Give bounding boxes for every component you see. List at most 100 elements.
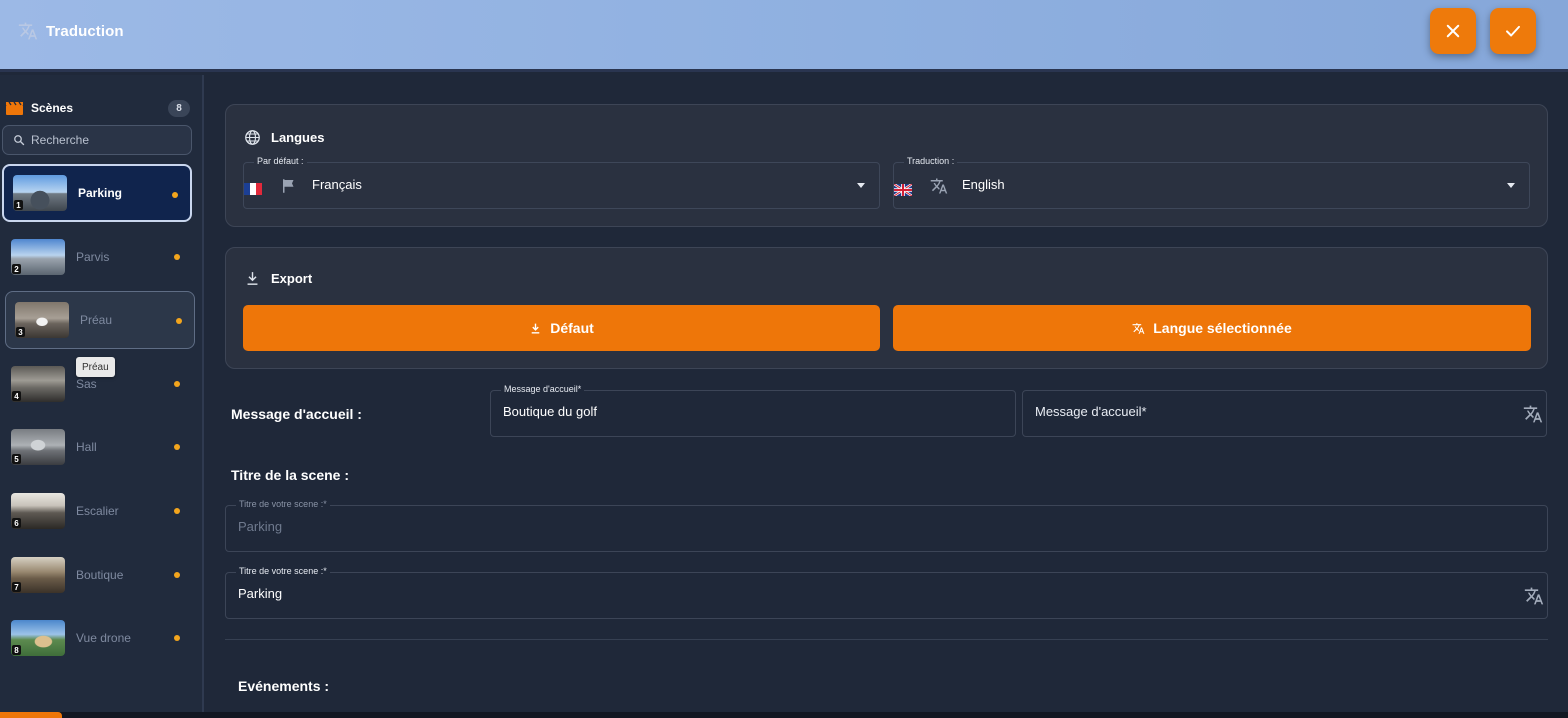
scene-status-dot bbox=[174, 254, 180, 260]
close-button[interactable] bbox=[1430, 8, 1476, 54]
translate-icon bbox=[18, 22, 38, 40]
scene-search-input[interactable] bbox=[31, 133, 181, 147]
events-label: Evénements : bbox=[238, 678, 330, 694]
scene-search-box[interactable] bbox=[2, 125, 192, 155]
france-flag-icon bbox=[244, 183, 262, 195]
scenes-count-badge: 8 bbox=[168, 99, 190, 117]
scene-title-source-value: Parking bbox=[238, 519, 283, 534]
translate-icon[interactable] bbox=[1524, 586, 1544, 606]
export-selected-language-button[interactable]: Langue sélectionnée bbox=[893, 305, 1531, 351]
welcome-message-translation-field[interactable]: Message d'accueil* bbox=[1022, 390, 1547, 437]
languages-header: Langues bbox=[244, 129, 324, 146]
flag-icon bbox=[283, 179, 294, 193]
close-icon bbox=[1446, 24, 1460, 38]
scene-title-translation-field[interactable]: Titre de votre scene :* Parking bbox=[225, 566, 1548, 619]
scene-thumbnail: 3 bbox=[15, 302, 69, 338]
scene-item-parvis[interactable]: 2 Parvis bbox=[2, 228, 192, 286]
section-divider bbox=[225, 639, 1548, 640]
languages-panel: Langues Par défaut : Français Traduction… bbox=[225, 104, 1548, 227]
scene-name: Parvis bbox=[76, 250, 110, 264]
scene-title-source-legend: Titre de votre scene :* bbox=[236, 499, 330, 509]
welcome-message-translation-placeholder: Message d'accueil* bbox=[1035, 404, 1147, 419]
default-language-legend: Par défaut : bbox=[254, 156, 307, 166]
scenes-title: Scènes bbox=[31, 101, 74, 115]
default-language-select[interactable]: Par défaut : Français bbox=[243, 156, 880, 209]
export-default-button[interactable]: Défaut bbox=[243, 305, 880, 351]
chevron-down-icon bbox=[857, 183, 865, 188]
default-language-value: Français bbox=[312, 177, 362, 192]
welcome-message-source-field[interactable]: Message d'accueil* Boutique du golf bbox=[490, 384, 1016, 437]
header-title-group: Traduction bbox=[18, 21, 124, 41]
scene-item-boutique[interactable]: 7 Boutique bbox=[2, 546, 192, 604]
download-icon bbox=[247, 272, 258, 285]
scene-name: Préau bbox=[80, 313, 113, 327]
scene-thumbnail: 6 bbox=[11, 493, 65, 529]
scene-title-translation-value: Parking bbox=[238, 586, 283, 601]
export-header: Export bbox=[244, 270, 312, 287]
bottom-bar bbox=[0, 712, 1568, 718]
scene-number: 3 bbox=[16, 327, 25, 337]
page-title: Traduction bbox=[46, 22, 124, 40]
export-selected-label: Langue sélectionnée bbox=[1153, 320, 1292, 336]
scene-title-source-field: Titre de votre scene :* Parking bbox=[225, 499, 1548, 552]
scene-status-dot bbox=[174, 572, 180, 578]
download-icon bbox=[531, 323, 540, 334]
translation-language-legend: Traduction : bbox=[904, 156, 958, 166]
scene-item-hall[interactable]: 5 Hall bbox=[2, 418, 192, 476]
export-panel: Export Défaut Langue sélectionnée bbox=[225, 247, 1548, 369]
scene-status-dot bbox=[174, 635, 180, 641]
scene-status-dot bbox=[176, 318, 182, 324]
scene-item-vue-drone[interactable]: 8 Vue drone bbox=[2, 609, 192, 667]
scene-thumbnail: 8 bbox=[11, 620, 65, 656]
scene-name: Hall bbox=[76, 440, 97, 454]
languages-title: Langues bbox=[271, 130, 325, 145]
scene-number: 2 bbox=[12, 264, 21, 274]
bottom-accent bbox=[0, 712, 62, 718]
welcome-message-legend: Message d'accueil* bbox=[501, 384, 585, 394]
uk-flag-icon bbox=[894, 184, 912, 196]
scene-number: 4 bbox=[12, 391, 21, 401]
translate-icon[interactable] bbox=[1523, 404, 1543, 424]
check-icon bbox=[1506, 25, 1520, 37]
scene-status-dot bbox=[172, 192, 178, 198]
scene-thumbnail: 5 bbox=[11, 429, 65, 465]
scene-title-label: Titre de la scene : bbox=[231, 467, 350, 483]
scenes-header: Scènes 8 bbox=[6, 99, 190, 117]
confirm-button[interactable] bbox=[1490, 8, 1536, 54]
scene-number: 1 bbox=[14, 200, 23, 210]
translate-icon bbox=[930, 178, 948, 194]
translation-language-select[interactable]: Traduction : English bbox=[893, 156, 1530, 209]
scene-number: 6 bbox=[12, 518, 21, 528]
export-title: Export bbox=[271, 271, 313, 286]
scene-item-preau[interactable]: 3 Préau bbox=[5, 291, 195, 349]
translate-icon bbox=[1132, 322, 1145, 334]
scene-tooltip: Préau bbox=[76, 357, 115, 377]
scene-item-parking[interactable]: 1 Parking bbox=[2, 164, 192, 222]
scene-thumbnail: 7 bbox=[11, 557, 65, 593]
translation-language-value: English bbox=[962, 177, 1005, 192]
scene-name: Boutique bbox=[76, 568, 124, 582]
clapperboard-icon bbox=[6, 101, 23, 115]
scene-number: 7 bbox=[12, 582, 21, 592]
scene-title-translation-legend: Titre de votre scene :* bbox=[236, 566, 330, 576]
scene-name: Vue drone bbox=[76, 631, 131, 645]
search-icon bbox=[14, 135, 25, 146]
scenes-sidebar: Scènes 8 1 Parking 2 Parvis 3 Préau 4 Sa… bbox=[0, 75, 204, 718]
scene-status-dot bbox=[174, 444, 180, 450]
scene-name: Escalier bbox=[76, 504, 119, 518]
export-default-label: Défaut bbox=[550, 320, 594, 336]
welcome-message-source-value: Boutique du golf bbox=[503, 404, 597, 419]
scene-name: Parking bbox=[78, 186, 123, 200]
chevron-down-icon bbox=[1507, 183, 1515, 188]
top-bar: Traduction bbox=[0, 0, 1568, 72]
scene-thumbnail: 4 bbox=[11, 366, 65, 402]
welcome-message-label: Message d'accueil : bbox=[231, 406, 362, 422]
scene-name: Sas bbox=[76, 377, 97, 391]
scene-status-dot bbox=[174, 381, 180, 387]
globe-icon bbox=[245, 130, 260, 145]
scene-number: 8 bbox=[12, 645, 21, 655]
scene-thumbnail: 1 bbox=[13, 175, 67, 211]
scene-item-escalier[interactable]: 6 Escalier bbox=[2, 482, 192, 540]
scene-thumbnail: 2 bbox=[11, 239, 65, 275]
scene-number: 5 bbox=[12, 454, 21, 464]
